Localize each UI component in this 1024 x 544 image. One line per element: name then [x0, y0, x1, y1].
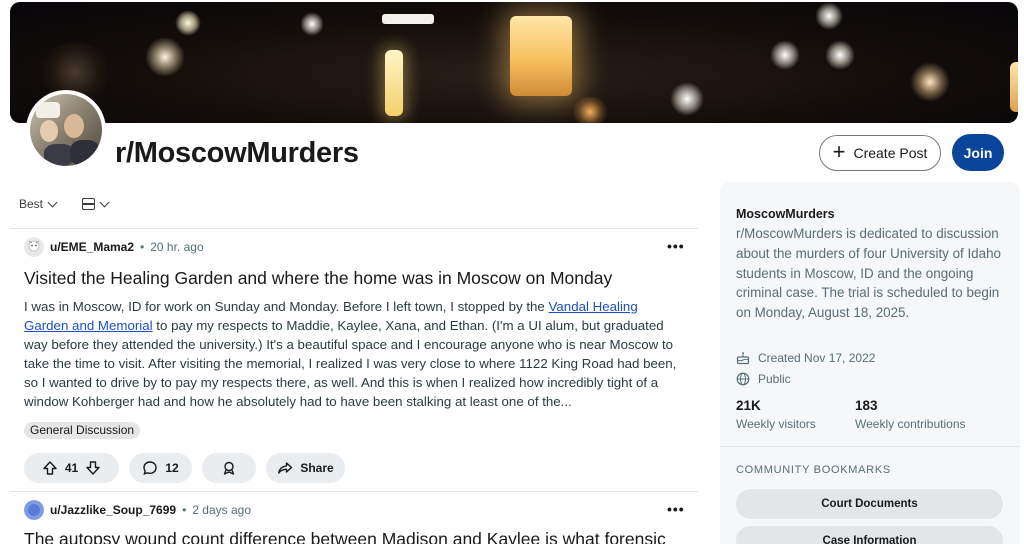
- award-icon: [223, 461, 235, 475]
- bookmark-case-information[interactable]: Case Information: [736, 526, 1003, 544]
- divider: [10, 491, 698, 492]
- share-button[interactable]: Share: [266, 453, 345, 483]
- post-time: 20 hr. ago: [150, 240, 204, 254]
- sidebar-divider: [720, 446, 1020, 447]
- card-view-icon: [82, 198, 96, 210]
- share-icon: [278, 462, 293, 474]
- visibility-label: Public: [758, 372, 791, 386]
- community-title: r/MoscowMurders: [115, 137, 359, 169]
- upvote-icon[interactable]: [42, 460, 58, 476]
- community-sidebar: MoscowMurders r/MoscowMurders is dedicat…: [720, 182, 1020, 544]
- post-meta: u/EME_Mama2 • 20 hr. ago: [24, 237, 204, 257]
- sidebar-community-name: MoscowMurders: [736, 207, 835, 221]
- more-options-icon[interactable]: •••: [667, 501, 685, 517]
- more-options-icon[interactable]: •••: [667, 238, 685, 254]
- create-post-label: Create Post: [853, 145, 928, 161]
- post-flair[interactable]: General Discussion: [24, 422, 141, 439]
- sidebar-description: r/MoscowMurders is dedicated to discussi…: [736, 226, 1001, 321]
- bookmarks-heading: COMMUNITY BOOKMARKS: [736, 464, 891, 476]
- downvote-icon[interactable]: [85, 460, 101, 476]
- user-avatar-icon[interactable]: [24, 500, 44, 520]
- separator-dot: •: [182, 503, 187, 517]
- vote-control: 41: [24, 453, 119, 483]
- feed-controls: Best: [19, 197, 110, 211]
- post-author[interactable]: u/EME_Mama2: [50, 240, 134, 254]
- sort-dropdown[interactable]: Best: [19, 197, 58, 211]
- post-title[interactable]: Visited the Healing Garden and where the…: [24, 268, 612, 289]
- visibility: Public: [736, 372, 791, 386]
- join-button[interactable]: Join: [952, 134, 1004, 171]
- weekly-visitors-label: Weekly visitors: [736, 417, 816, 431]
- post-time: 2 days ago: [192, 503, 251, 517]
- created-label: Created Nov 17, 2022: [758, 351, 876, 365]
- comments-button[interactable]: 12: [129, 453, 192, 483]
- create-post-button[interactable]: + Create Post: [819, 135, 941, 171]
- globe-icon: [736, 372, 750, 386]
- created-date: Created Nov 17, 2022: [736, 351, 875, 365]
- weekly-contributions-count: 183: [855, 398, 878, 413]
- sort-label: Best: [19, 197, 44, 211]
- weekly-visitors-count: 21K: [736, 398, 761, 413]
- separator-dot: •: [140, 240, 145, 254]
- comment-icon: [143, 461, 158, 475]
- view-dropdown[interactable]: [82, 197, 110, 210]
- plus-icon: +: [832, 139, 846, 164]
- post-author[interactable]: u/Jazzlike_Soup_7699: [50, 503, 176, 517]
- post-title[interactable]: The autopsy wound count difference betwe…: [24, 529, 666, 544]
- comment-count: 12: [165, 461, 179, 475]
- divider: [10, 228, 698, 229]
- vote-count: 41: [64, 461, 79, 475]
- chevron-down-icon: [47, 197, 58, 207]
- share-label: Share: [300, 461, 334, 475]
- post-meta: u/Jazzlike_Soup_7699 • 2 days ago: [24, 500, 251, 520]
- user-avatar-icon[interactable]: [24, 237, 44, 257]
- post-body[interactable]: I was in Moscow, ID for work on Sunday a…: [24, 297, 684, 411]
- award-button[interactable]: [202, 453, 256, 483]
- post-actions: 41 12 Share: [24, 453, 345, 483]
- post-body-text: I was in Moscow, ID for work on Sunday a…: [24, 299, 549, 314]
- community-banner: [10, 2, 1018, 123]
- community-avatar: [26, 90, 106, 170]
- cake-icon: [736, 352, 750, 365]
- chevron-down-icon: [99, 197, 110, 207]
- bookmark-court-documents[interactable]: Court Documents: [736, 489, 1003, 519]
- weekly-contributions-label: Weekly contributions: [855, 417, 966, 431]
